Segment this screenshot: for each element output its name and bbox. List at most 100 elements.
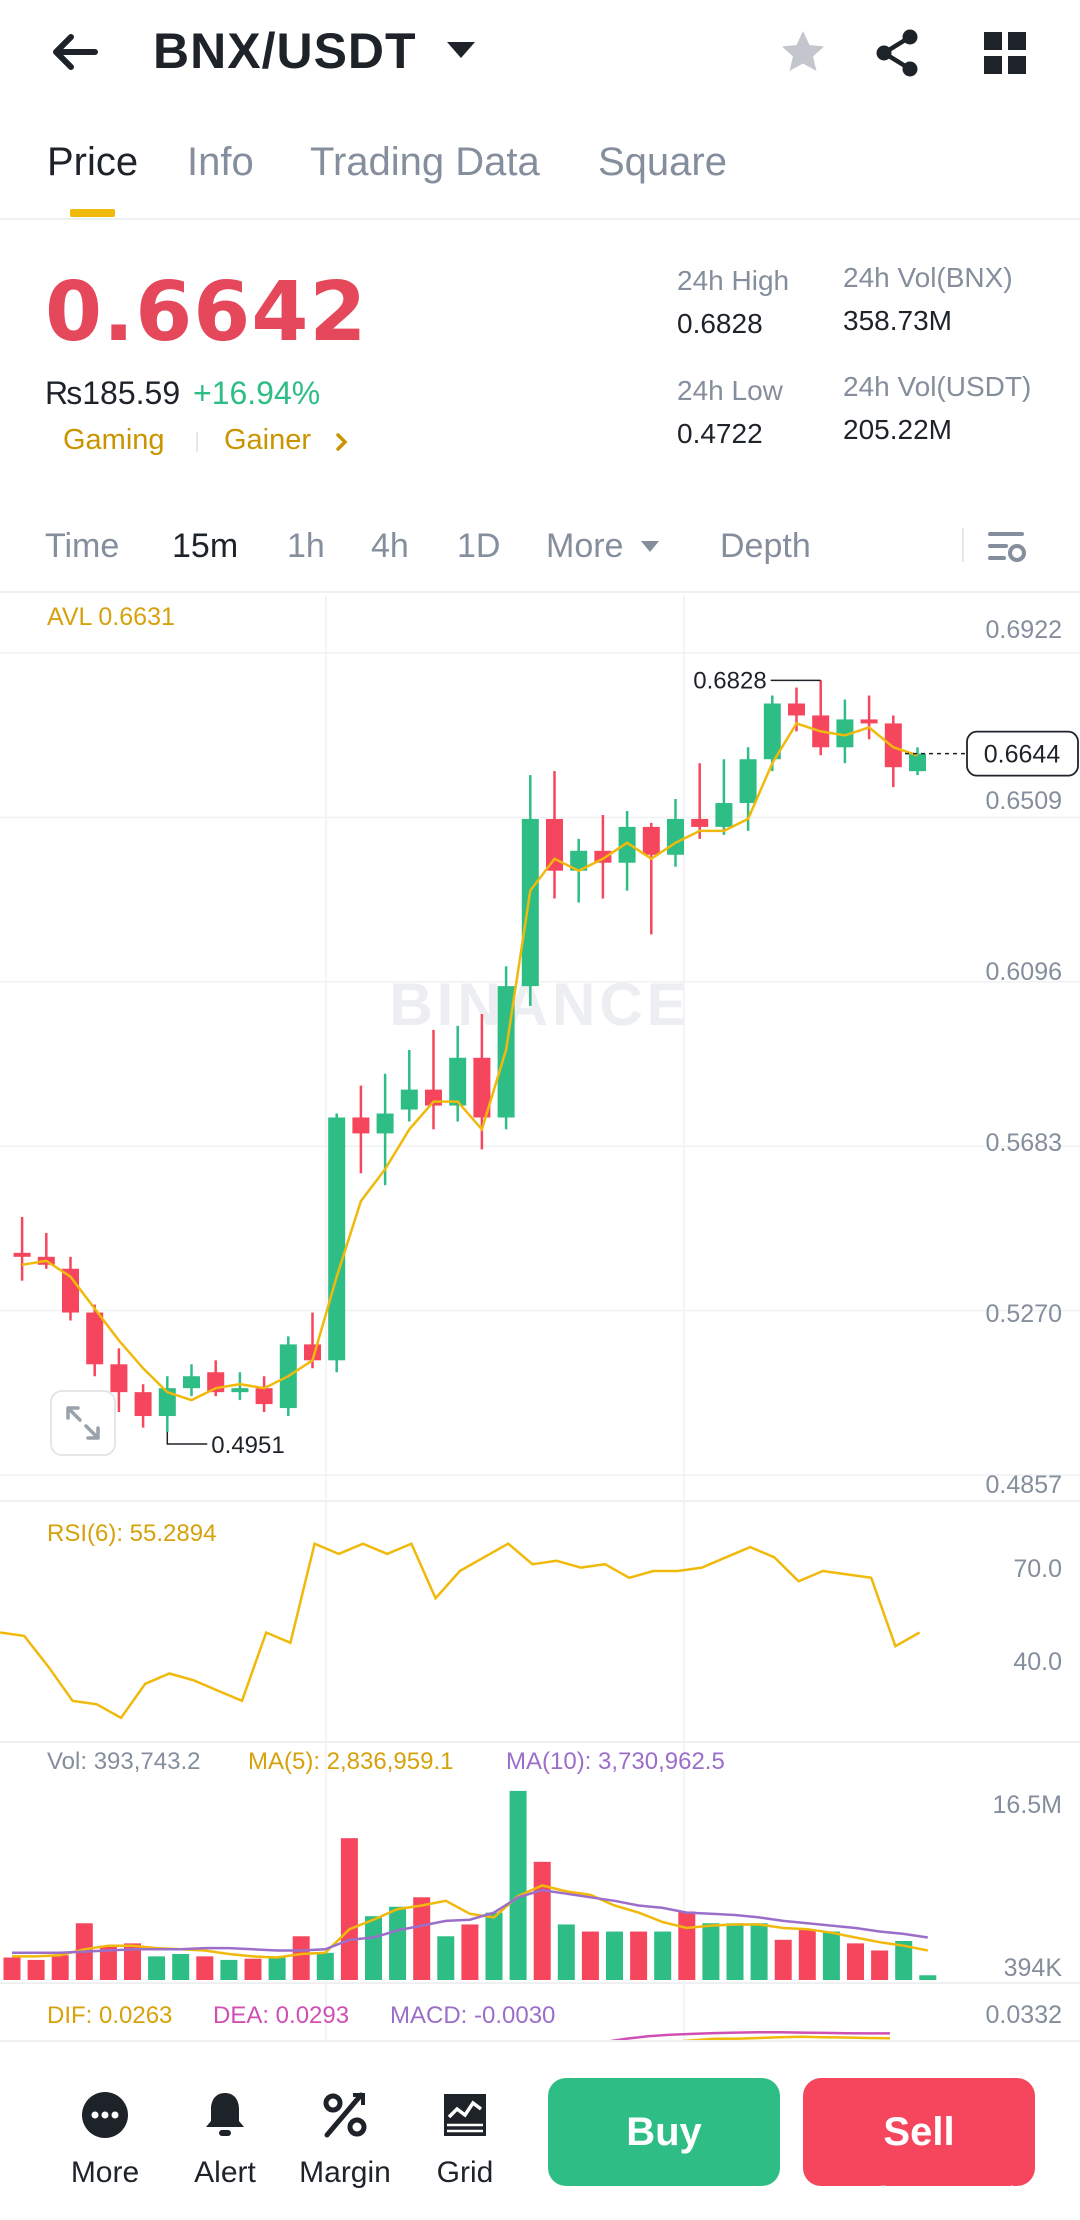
alert-button[interactable]: Alert	[165, 2087, 285, 2190]
alert-label: Alert	[194, 2156, 256, 2189]
more-label: More	[70, 2156, 140, 2189]
tag-gainer[interactable]: Gainer	[224, 424, 311, 457]
fullscreen-button[interactable]	[50, 1390, 116, 1456]
candle-body	[763, 703, 781, 760]
vol-tick: 394K	[1004, 1954, 1063, 1982]
candle-body	[231, 1388, 249, 1393]
candle-body	[642, 826, 660, 855]
volume-bar	[461, 1924, 479, 1980]
volume-bar	[606, 1931, 623, 1980]
grid-label: Grid	[436, 2156, 494, 2189]
volume-bar	[485, 1912, 503, 1980]
divider	[0, 591, 1080, 593]
interval-1h[interactable]: 1h	[287, 527, 325, 566]
interval-1d[interactable]: 1D	[457, 527, 500, 566]
volume-bar	[51, 1955, 69, 1980]
interval-time[interactable]: Time	[45, 527, 119, 566]
ma-line	[21, 721, 918, 1402]
volume-bar	[702, 1923, 720, 1980]
volume-bar	[509, 1790, 527, 1980]
chart-settings-icon[interactable]	[986, 526, 1030, 566]
vol-label: Vol: 393,743.2	[47, 1748, 200, 1775]
price-tick: 0.4857	[986, 1471, 1062, 1499]
candle-body	[884, 723, 902, 768]
price-change-percent: +16.94%	[193, 375, 321, 411]
high-marker: 0.6828	[693, 667, 766, 694]
vol-ma5-label: MA(5): 2,836,959.1	[248, 1748, 453, 1775]
watermark: BINANCE	[389, 971, 690, 1038]
grid-button[interactable]: Grid	[405, 2087, 525, 2190]
volume-bar	[533, 1861, 551, 1980]
back-arrow-icon[interactable]	[45, 22, 105, 82]
share-icon[interactable]	[870, 25, 926, 81]
interval-depth[interactable]: Depth	[720, 527, 811, 566]
tag-divider	[196, 432, 198, 452]
volume-bar	[654, 1931, 672, 1980]
current-price-label: 0.6644	[984, 741, 1061, 769]
candle-body	[110, 1364, 128, 1393]
volume-bar	[365, 1916, 382, 1980]
chart-grid	[0, 595, 1080, 2040]
low-value: 0.4722	[677, 418, 763, 449]
price-chart[interactable]: BINANCE AVL 0.6631 0.6922 0.6509 0.6096 …	[0, 595, 1080, 2040]
volume-bar	[557, 1924, 575, 1980]
volume-bar	[437, 1936, 455, 1980]
candle-body	[909, 753, 926, 772]
more-dots-icon	[82, 2092, 128, 2138]
volume-bar	[630, 1931, 648, 1980]
volume-bar	[148, 1956, 166, 1980]
tag-gaming[interactable]: Gaming	[63, 424, 165, 457]
macd-dea-label: DEA: 0.0293	[213, 2002, 349, 2029]
candle-body	[400, 1089, 418, 1110]
tab-info[interactable]: Info	[187, 140, 254, 185]
candle-body	[691, 818, 709, 827]
pair-title[interactable]: BNX/USDT	[153, 22, 417, 80]
grid-menu-icon[interactable]	[977, 25, 1033, 81]
top-bar: BNX/USDT	[0, 0, 1080, 105]
vol-ma10-label: MA(10): 3,730,962.5	[506, 1748, 725, 1775]
macd-tick: 0.0332	[986, 2001, 1062, 2029]
volume-bar	[316, 1952, 334, 1980]
rsi-tick: 40.0	[1013, 1648, 1062, 1676]
volume-bar	[726, 1923, 744, 1980]
interval-more[interactable]: More	[546, 527, 623, 566]
volume-bar	[678, 1911, 696, 1980]
candle-body	[618, 826, 636, 863]
star-icon[interactable]	[775, 25, 831, 81]
high-label: 24h High	[677, 265, 790, 296]
rsi-tick: 70.0	[1013, 1555, 1062, 1583]
rsi-line	[0, 1541, 921, 1720]
price-tick: 0.5270	[986, 1300, 1062, 1328]
volume-bar	[581, 1931, 599, 1980]
avl-label: AVL 0.6631	[47, 603, 175, 631]
expand-icon	[66, 1406, 100, 1440]
volume-bar	[172, 1954, 190, 1980]
volume-bar	[244, 1958, 262, 1980]
candle-body	[86, 1312, 104, 1365]
sell-button[interactable]: Sell	[803, 2078, 1035, 2186]
buy-button[interactable]: Buy	[548, 2078, 780, 2186]
chevron-right-icon[interactable]	[332, 430, 352, 454]
grid-trading-icon	[444, 2094, 486, 2136]
macd-dif-label: DIF: 0.0263	[47, 2002, 172, 2029]
more-button[interactable]: More	[45, 2087, 165, 2190]
margin-button[interactable]: Margin	[285, 2087, 405, 2190]
interval-4h[interactable]: 4h	[371, 527, 409, 566]
low-label: 24h Low	[677, 375, 783, 406]
tab-square[interactable]: Square	[598, 140, 727, 185]
tab-trading-data[interactable]: Trading Data	[310, 140, 540, 185]
volume-bar	[871, 1950, 889, 1980]
candle-body	[860, 719, 878, 724]
fiat-price: ₨185.59	[45, 375, 181, 411]
tab-price[interactable]: Price	[47, 140, 138, 185]
more-caret-icon[interactable]	[641, 541, 659, 552]
interval-15m[interactable]: 15m	[172, 527, 238, 566]
candle-body	[352, 1117, 370, 1134]
pair-dropdown-icon[interactable]	[447, 42, 475, 58]
last-price: 0.6642	[45, 265, 368, 360]
high-value: 0.6828	[677, 308, 763, 339]
candle-body	[739, 759, 757, 804]
volume-bar	[774, 1939, 792, 1980]
volume-bar	[750, 1923, 768, 1980]
credit-watermark: @Expert_Guide	[870, 2182, 1042, 2209]
